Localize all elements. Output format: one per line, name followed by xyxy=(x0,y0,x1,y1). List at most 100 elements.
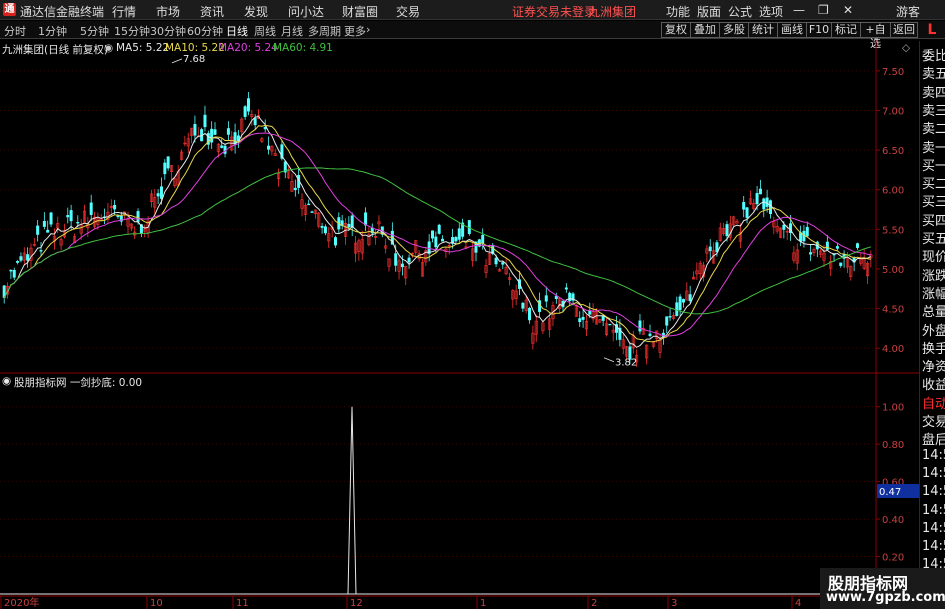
sidebar-item: 卖五 xyxy=(922,67,945,83)
sidebar-item: 现价 xyxy=(922,250,945,266)
candle-body xyxy=(825,241,829,250)
candle-body xyxy=(113,205,117,210)
candle-body xyxy=(49,212,53,225)
candle-body xyxy=(136,211,140,223)
signal-tick-label: 0.80 xyxy=(882,440,904,451)
candle-body xyxy=(481,234,485,244)
sub-chart-title: 股朋指标网 一剑抄底: 0.00 xyxy=(14,377,143,389)
candle-body xyxy=(494,257,498,265)
candle-body xyxy=(805,226,809,237)
chart-options-icon[interactable]: ◉ xyxy=(104,42,113,54)
candle-body xyxy=(166,156,170,169)
sidebar-item: 买四 xyxy=(922,213,945,229)
candle-body xyxy=(333,237,337,246)
sidebar-item: 卖四 xyxy=(922,85,945,101)
candle-body xyxy=(501,262,505,265)
candle-body xyxy=(246,98,250,112)
sidebar-item: 卖三 xyxy=(922,103,945,119)
candle-body xyxy=(253,118,257,126)
candle-body xyxy=(39,250,43,252)
price-tick-label: 6.00 xyxy=(882,186,904,197)
time-axis-label: 3 xyxy=(671,598,677,609)
signal-spike xyxy=(347,406,357,595)
candle-body xyxy=(210,128,214,143)
candle-body xyxy=(758,188,762,195)
sidebar-item: 14:56 xyxy=(922,465,945,481)
candle-body xyxy=(809,252,813,255)
candle-body xyxy=(310,211,314,213)
sidebar-item: 14:56 xyxy=(922,484,945,500)
candle-body xyxy=(42,221,46,227)
candle-body xyxy=(159,186,163,199)
candle-body xyxy=(601,315,605,321)
candle-body xyxy=(220,145,224,148)
sidebar-item: 盘后 xyxy=(922,433,945,449)
candle-body xyxy=(163,162,167,175)
candle-body xyxy=(307,203,311,206)
candle-body xyxy=(226,128,230,135)
candle-body xyxy=(19,256,23,261)
candle-body xyxy=(755,193,759,205)
candle-body xyxy=(839,262,843,267)
time-axis-label: 1 xyxy=(480,598,486,609)
candle-body xyxy=(608,323,612,326)
sidebar-item: 涨幅 xyxy=(922,286,945,302)
candle-body xyxy=(528,307,532,321)
collapse-icon[interactable]: ◇ xyxy=(902,42,910,54)
candle-body xyxy=(578,318,582,323)
candle-body xyxy=(233,132,237,145)
candle-body xyxy=(434,236,438,248)
candle-body xyxy=(648,333,652,336)
main-chart-title: 九洲集团(日线 前复权) xyxy=(2,44,109,56)
candle-body xyxy=(708,246,712,252)
ma5-label: MA5: 5.22 xyxy=(116,42,170,54)
candle-body xyxy=(638,320,642,332)
candle-body xyxy=(89,202,93,215)
candle-body xyxy=(76,221,80,224)
candle-body xyxy=(66,215,70,218)
candle-body xyxy=(675,302,679,316)
sidebar-item: 卖二 xyxy=(922,122,945,138)
candle-body xyxy=(213,129,217,135)
sidebar-item: 14:56 xyxy=(922,539,945,555)
candle-body xyxy=(742,201,746,210)
quote-sidebar: 委比 卖五 卖四 卖三 卖二 卖一 买一 买二 买三 买四 买五 现价 涨跌 涨幅 总量 外盘 换手 净资 收益 自动… xyxy=(919,41,945,609)
sidebar-item: 卖一 xyxy=(922,140,945,156)
candle-body xyxy=(768,200,772,214)
candle-body xyxy=(243,106,247,117)
current-value-label: 0.47 xyxy=(879,487,901,498)
candle-body xyxy=(46,229,50,233)
watermark: 股朋指标网 www.7gpzb.com xyxy=(820,568,945,609)
candle-body xyxy=(544,295,548,302)
candle-body xyxy=(855,243,859,248)
sidebar-item: 14:56 xyxy=(922,520,945,536)
ma20-label: MA20: 5.24 xyxy=(218,42,278,54)
price-tick-label: 6.50 xyxy=(882,146,904,157)
candle-body xyxy=(400,263,404,268)
sub-chart-options-icon[interactable]: ◉ xyxy=(2,375,11,387)
candle-body xyxy=(568,292,572,302)
candle-body xyxy=(116,215,120,218)
candle-body xyxy=(293,187,297,191)
candle-body xyxy=(765,197,769,207)
price-tick-label: 4.50 xyxy=(882,305,904,316)
kline-chart[interactable]: 7.50 7.00 6.50 6.00 5.50 5.00 4.50 4.00 1.00 0.80… xyxy=(0,0,945,609)
watermark-line2: www.7gpzb.com xyxy=(826,590,945,605)
candle-body xyxy=(665,316,669,326)
candle-body xyxy=(431,230,435,239)
high-marker-line xyxy=(171,58,183,64)
candle-body xyxy=(588,310,592,315)
sidebar-item: 买五 xyxy=(922,232,945,247)
price-tick-label: 5.50 xyxy=(882,225,904,236)
candle-body xyxy=(347,223,351,228)
time-axis-label: 12 xyxy=(350,598,363,609)
signal-tick-label: 1.00 xyxy=(882,403,904,414)
sidebar-item: 委比 xyxy=(922,49,945,64)
sidebar-item: 净资 xyxy=(922,360,945,376)
candle-body xyxy=(521,302,525,309)
candle-body xyxy=(16,261,20,263)
candle-body xyxy=(725,224,729,237)
candle-body xyxy=(9,269,13,272)
ma10-label: MA10: 5.22 xyxy=(165,42,225,54)
sidebar-item: 14:56 xyxy=(922,447,945,463)
